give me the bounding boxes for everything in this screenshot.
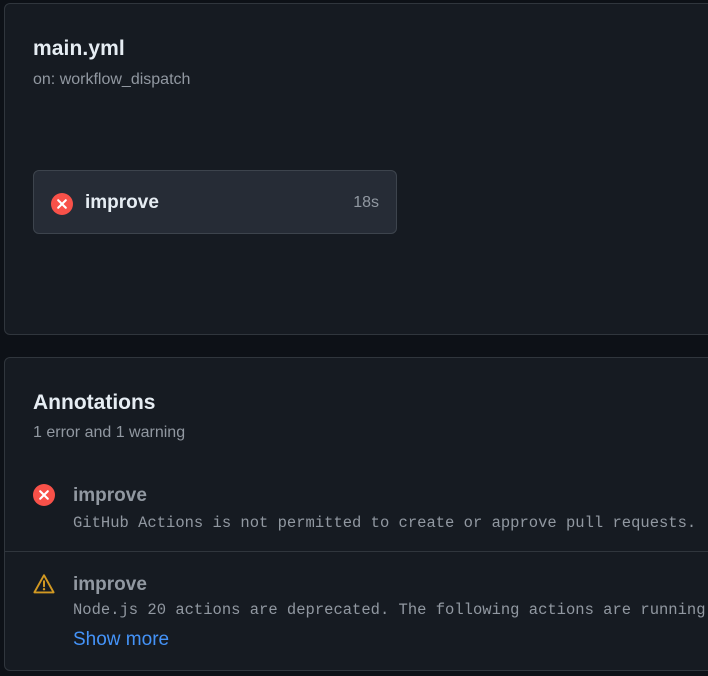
job-card-improve[interactable]: improve 18s: [33, 170, 397, 234]
job-duration: 18s: [353, 194, 379, 211]
annotation-warning-item: improve Node.js 20 actions are deprecate…: [5, 553, 708, 670]
show-more-link[interactable]: Show more: [73, 629, 169, 651]
alert-triangle-icon: [33, 573, 55, 600]
annotation-message: GitHub Actions is not permitted to creat…: [73, 514, 697, 532]
annotation-message: Node.js 20 actions are deprecated. The f…: [73, 601, 706, 619]
x-circle-fill-icon: [33, 484, 55, 511]
workflow-trigger: on: workflow_dispatch: [33, 71, 191, 88]
annotation-job-link[interactable]: improve: [73, 574, 147, 596]
annotations-title: Annotations: [33, 391, 156, 414]
workflow-graph-panel: main.yml on: workflow_dispatch improve 1…: [4, 3, 708, 335]
x-circle-fill-icon: [51, 193, 73, 220]
annotations-summary: 1 error and 1 warning: [33, 424, 186, 441]
workflow-file-name[interactable]: main.yml: [33, 37, 125, 61]
annotation-error-item: improve GitHub Actions is not permitted …: [5, 476, 708, 552]
annotation-job-link[interactable]: improve: [73, 485, 147, 507]
annotations-panel: Annotations 1 error and 1 warning improv…: [4, 357, 708, 671]
job-name: improve: [85, 192, 159, 213]
